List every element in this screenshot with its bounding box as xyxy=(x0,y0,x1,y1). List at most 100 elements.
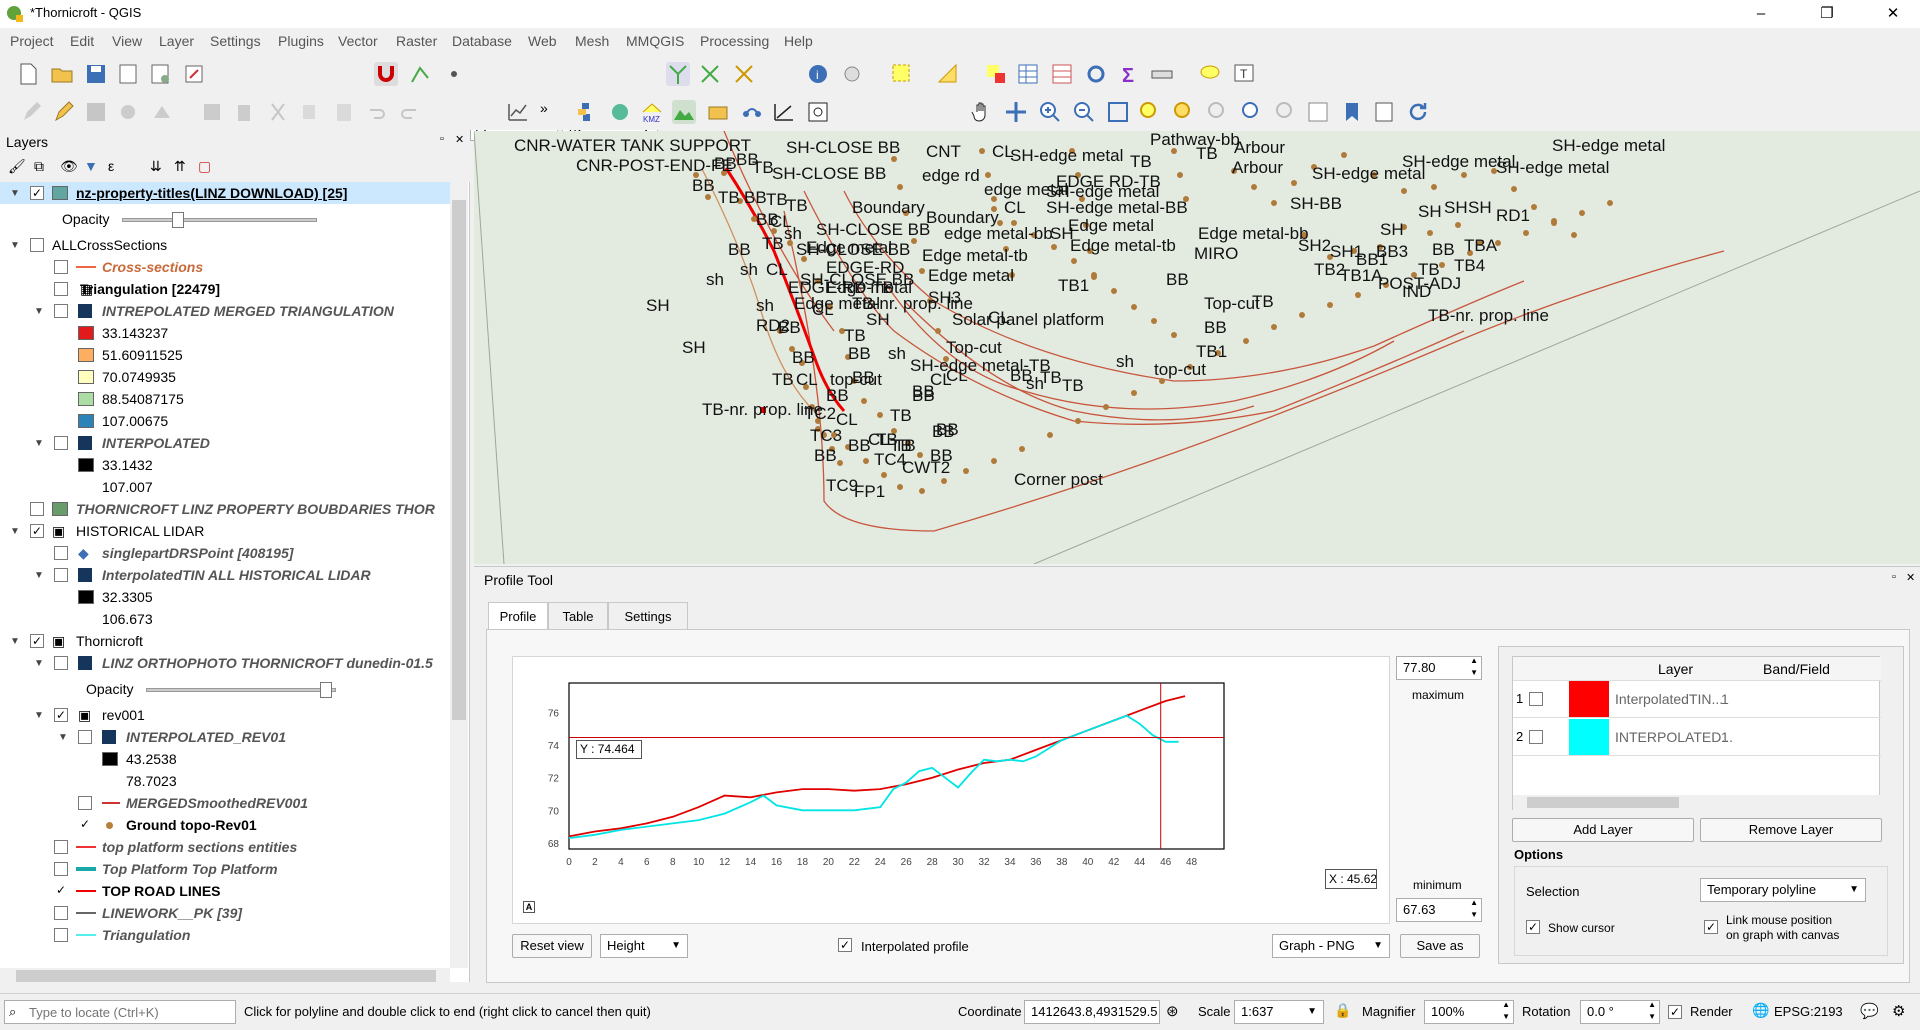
chevron-down-icon[interactable]: ▼ xyxy=(34,705,44,727)
chevron-down-icon[interactable]: ▼ xyxy=(10,183,20,205)
menu-mesh[interactable]: Mesh xyxy=(575,33,609,49)
coordinate-toggle-icon[interactable]: ⊛ xyxy=(1166,1002,1179,1020)
menu-edit[interactable]: Edit xyxy=(70,33,94,49)
opacity-slider-handle[interactable] xyxy=(172,212,184,228)
collapse-all-icon[interactable]: ⇈ xyxy=(174,158,186,175)
menu-project[interactable]: Project xyxy=(10,33,54,49)
row-color-swatch[interactable] xyxy=(1569,719,1609,755)
show-cursor-checkbox[interactable]: ✓ xyxy=(1526,920,1540,934)
maximize-button[interactable]: ❐ xyxy=(1804,2,1850,26)
opacity-slider[interactable] xyxy=(122,218,317,222)
locator-input[interactable] xyxy=(27,1003,231,1021)
row-checkbox[interactable] xyxy=(1529,730,1543,744)
zoom-to-selection-icon[interactable] xyxy=(1138,100,1162,124)
vertex-tool-icon[interactable] xyxy=(150,100,174,124)
paste-features-icon[interactable] xyxy=(332,100,356,124)
link-mouse-checkbox[interactable]: ✓ xyxy=(1704,920,1718,934)
layer-row-property-titles[interactable]: ▼ ✓ nz-property-titles(LINZ DOWNLOAD) [2… xyxy=(0,182,450,204)
expand-all-icon[interactable]: ⇊ xyxy=(150,158,162,175)
zoom-to-layer-icon[interactable] xyxy=(1172,100,1196,124)
layer-visibility-checkbox[interactable] xyxy=(30,502,44,516)
crs-globe-icon[interactable]: 🌐 xyxy=(1752,1002,1769,1019)
attribute-table-icon[interactable] xyxy=(1016,62,1040,86)
coordinate-field[interactable]: 1412643.8,4931529.5 xyxy=(1024,1000,1160,1024)
locator-box[interactable]: ⌕ xyxy=(4,1000,236,1024)
show-bookmarks-icon[interactable] xyxy=(1372,100,1396,124)
reset-view-button[interactable]: Reset view xyxy=(512,934,592,958)
scrollbar-thumb[interactable] xyxy=(452,200,466,720)
python-console-icon[interactable] xyxy=(574,100,598,124)
spinner-arrows-icon[interactable]: ▲ ▼ xyxy=(1648,999,1656,1023)
deselect-all-icon[interactable] xyxy=(984,62,1008,86)
layer-visibility-checkbox[interactable] xyxy=(78,730,92,744)
network-icon[interactable] xyxy=(740,100,764,124)
layer-visibility-checkbox[interactable] xyxy=(54,436,68,450)
selection-combo[interactable]: Temporary polyline ▼ xyxy=(1700,878,1866,902)
zoom-out-icon[interactable] xyxy=(1072,100,1096,124)
profile-graph-icon[interactable] xyxy=(506,100,530,124)
layer-visibility-checkbox[interactable] xyxy=(54,840,68,854)
map-canvas-svg[interactable]: CNR-WATER TANK SUPPORTCNR-POST-END-FEBB B… xyxy=(474,131,1920,564)
pan-hand-icon[interactable] xyxy=(970,100,994,124)
row-color-swatch[interactable] xyxy=(1569,681,1609,717)
group-visibility-checkbox[interactable]: ✓ xyxy=(30,524,44,538)
opacity-slider-handle[interactable] xyxy=(320,682,332,698)
spinner-arrows-icon[interactable]: ▲ ▼ xyxy=(1502,999,1510,1023)
messages-icon[interactable]: 💬 xyxy=(1860,1002,1879,1020)
float-panel-icon[interactable]: ▫ xyxy=(440,133,444,145)
layer-visibility-checkbox[interactable]: ✓ xyxy=(78,818,92,832)
text-annotation-icon[interactable]: T xyxy=(1232,62,1256,86)
scrollbar-thumb[interactable] xyxy=(16,970,436,982)
add-feature-icon[interactable] xyxy=(116,100,140,124)
chevron-down-icon[interactable]: ▼ xyxy=(58,727,68,749)
crs-label[interactable]: EPSG:2193 xyxy=(1774,1004,1843,1019)
remove-layer-button[interactable]: Remove Layer xyxy=(1700,818,1882,842)
layer-visibility-checkbox[interactable] xyxy=(54,928,68,942)
zoom-in-icon[interactable] xyxy=(1038,100,1062,124)
row-checkbox[interactable] xyxy=(1529,692,1543,706)
layer-visibility-checkbox[interactable] xyxy=(54,260,68,274)
select-features-icon[interactable] xyxy=(890,62,914,86)
toggle-editing-icon[interactable] xyxy=(52,100,76,124)
topological-editing-icon[interactable] xyxy=(666,62,690,86)
statistical-summary-icon[interactable]: Σ xyxy=(1118,62,1142,87)
open-project-icon[interactable] xyxy=(50,62,74,86)
layer-visibility-checkbox[interactable]: ✓ xyxy=(54,884,68,898)
chevron-down-icon[interactable]: ▼ xyxy=(34,653,44,675)
identify-icon[interactable]: i xyxy=(806,62,830,86)
maximum-spinbox[interactable]: 77.80 ▲ ▼ xyxy=(1396,656,1482,680)
run-feature-action-icon[interactable] xyxy=(840,62,864,86)
spinner-arrows-icon[interactable]: ▲ ▼ xyxy=(1470,897,1478,921)
zoom-last-icon[interactable] xyxy=(1240,100,1264,124)
layer-visibility-checkbox[interactable]: ✓ xyxy=(30,186,44,200)
processing-toolbox-icon[interactable] xyxy=(1084,62,1108,86)
height-combo[interactable]: Height ▼ xyxy=(600,934,688,958)
menu-database[interactable]: Database xyxy=(452,33,512,49)
toolbar-overflow-icon[interactable]: » xyxy=(540,100,548,116)
tab-profile[interactable]: Profile xyxy=(488,602,548,630)
modify-attributes-icon[interactable] xyxy=(200,100,224,124)
spinner-arrows-icon[interactable]: ▲ ▼ xyxy=(1470,655,1478,679)
group-visibility-checkbox[interactable]: ✓ xyxy=(54,708,68,722)
new-map-view-icon[interactable] xyxy=(1306,100,1330,124)
snapping-magnet-icon[interactable] xyxy=(374,62,398,86)
tab-table[interactable]: Table xyxy=(548,602,608,630)
plugin-update-icon[interactable]: ⚙ xyxy=(1892,1002,1905,1020)
map-window-icon[interactable] xyxy=(806,100,830,124)
add-group-icon[interactable]: ⧉ xyxy=(34,158,44,175)
float-panel-icon[interactable]: ▫ xyxy=(1892,571,1896,583)
select-by-value-icon[interactable] xyxy=(936,62,960,86)
zoom-native-icon[interactable] xyxy=(1206,100,1230,124)
opacity-slider[interactable] xyxy=(146,688,336,692)
scrollbar-thumb[interactable] xyxy=(1527,797,1679,808)
new-bookmark-icon[interactable] xyxy=(1340,100,1364,124)
database-icon[interactable] xyxy=(706,100,730,124)
style-manager-icon[interactable] xyxy=(182,62,206,86)
layer-visibility-checkbox[interactable] xyxy=(54,282,68,296)
copy-features-icon[interactable] xyxy=(298,100,322,124)
menu-raster[interactable]: Raster xyxy=(396,33,437,49)
filter-legend-icon[interactable]: ▼ xyxy=(84,158,98,174)
chevron-down-icon[interactable]: ▼ xyxy=(34,433,44,455)
menu-settings[interactable]: Settings xyxy=(210,33,261,49)
current-edits-icon[interactable] xyxy=(20,100,44,124)
